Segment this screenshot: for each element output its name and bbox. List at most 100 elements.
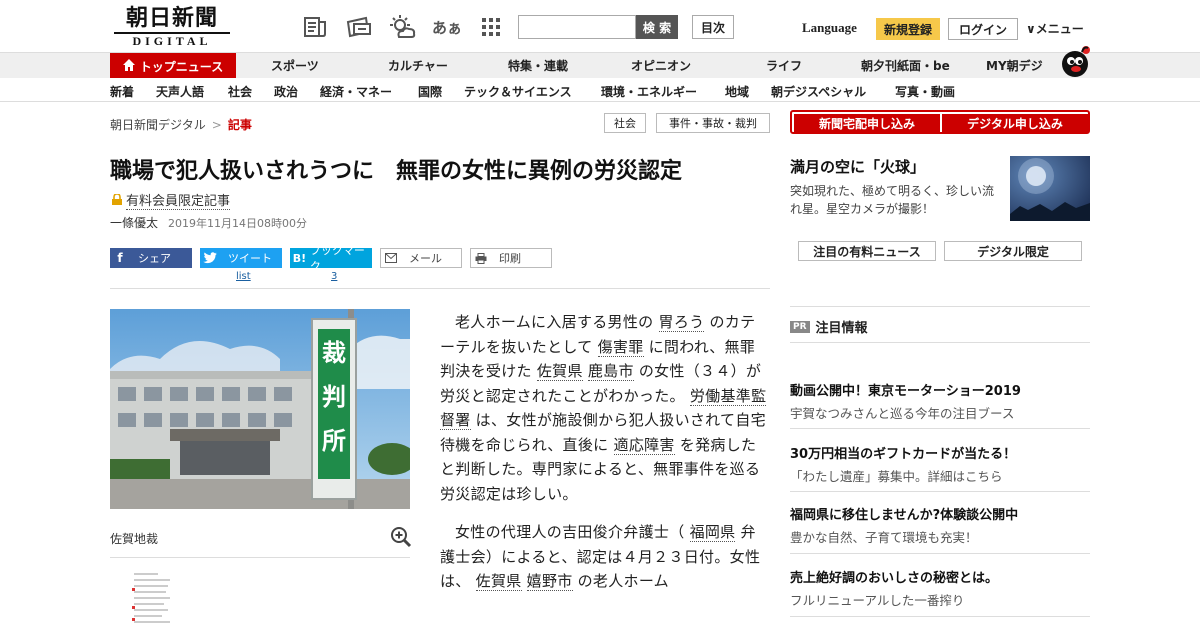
lock-icon [112,193,122,209]
twitter-share-button[interactable]: ツイート [200,248,282,268]
nav-item-culture[interactable]: カルチャー [388,57,448,74]
search-input[interactable] [518,15,636,39]
sub-nav: 新着 天声人語 社会 政治 経済・マネー 国際 テック＆サイエンス 環境・エネル… [0,78,1200,102]
print-icon [471,248,491,268]
nav-item-sports[interactable]: スポーツ [271,57,319,74]
subnav-item-tech[interactable]: テック＆サイエンス [464,83,572,100]
login-button[interactable]: ログイン [948,18,1018,40]
facebook-share-button[interactable]: f シェア [110,248,192,268]
header-icons: あぁ [300,14,506,40]
article-paragraph-2: 女性の代理人の吉田俊介弁護士（ 福岡県 弁護士会）によると、認定は４月２３日付。… [440,520,770,594]
breadcrumb-home[interactable]: 朝日新聞デジタル [110,118,206,132]
member-only-text: 有料会員限定記事 [126,194,231,210]
paragraph-text [522,572,527,590]
print-button[interactable]: 印刷 [470,248,552,268]
zoom-icon[interactable] [390,526,412,548]
photo-caption: 佐賀地裁 [110,532,159,546]
grid-menu-icon[interactable] [476,14,506,40]
chevron-down-icon: ∨ [1026,22,1036,36]
article-body: 老人ホームに入居する男性の 胃ろう のカテーテルを抜いたとして 傷害罪 に問われ… [440,310,770,608]
article-photo[interactable]: 裁 判 所 [110,309,410,509]
twitter-list-link[interactable]: list [236,271,251,282]
feature-title[interactable]: 満月の空に「火球」 [790,156,925,177]
keyword-link[interactable]: 福岡県 [689,523,736,542]
divider [790,553,1090,554]
signup-button[interactable]: 新規登録 [876,18,940,40]
site-header: 朝日新聞 DIGITAL あぁ 検 索 目次 Language 新規登録 ログイ… [0,0,1200,52]
document-thumbnail[interactable] [128,568,176,630]
nav-top-news[interactable]: トップニュース [110,53,236,79]
newspaper-delivery-button[interactable]: 新聞宅配申し込み [794,114,940,132]
subnav-item-society[interactable]: 社会 [228,83,252,100]
subnav-item-photo[interactable]: 写真・動画 [895,83,955,100]
keyword-link[interactable]: 適応障害 [613,435,675,455]
pr-header: PR 注目情報 [790,317,868,336]
subnav-item-tensei[interactable]: 天声人語 [156,83,204,100]
hatena-bookmark-icon: B! [292,251,307,265]
facebook-share-label: シェア [138,252,171,265]
newspaper-icon[interactable] [300,14,330,40]
feature-description: 突如現れた、極めて明るく、珍しい流れ星。星空カメラが撮影！ [790,184,995,216]
ad-title-1[interactable]: 動画公開中！東京モーターショー2019 [790,380,1021,399]
subnav-item-special[interactable]: 朝デジスペシャル [771,83,866,100]
subnav-item-politics[interactable]: 政治 [274,83,298,100]
divider [790,428,1090,429]
nav-item-opinion[interactable]: オピニオン [631,57,691,74]
tag-incident[interactable]: 事件・事故・裁判 [656,113,770,133]
print-label: 印刷 [499,252,521,265]
mail-share-button[interactable]: メール [380,248,462,268]
bookmark-share-label: ブックマーク [309,244,365,273]
subnav-item-region[interactable]: 地域 [725,83,749,100]
mail-icon [381,248,401,268]
menu-button[interactable]: ∨メニュー [1026,20,1084,37]
font-size-icon[interactable]: あぁ [432,14,462,40]
keyword-link[interactable]: 嬉野市 [526,572,573,591]
digital-only-button[interactable]: デジタル限定 [944,241,1082,261]
keyword-link[interactable]: 佐賀県 [536,362,583,381]
logo-text-jp: 朝日新聞 [125,5,218,31]
ad-title-4[interactable]: 売上絶好調のおいしさの秘密とは。 [790,567,998,586]
breadcrumb: 朝日新聞デジタル > 記事 [110,116,252,133]
keyword-link[interactable]: 鹿島市 [587,362,634,381]
search-button[interactable]: 検 索 [636,15,678,39]
paragraph-text: 老人ホームに入居する男性の [455,313,659,331]
subnav-item-economy[interactable]: 経済・マネー [320,83,392,100]
ticket-icon[interactable] [344,14,374,40]
ad-title-3[interactable]: 福岡県に移住しませんか?体験談公開中 [790,504,1018,523]
premium-news-button[interactable]: 注目の有料ニュース [798,241,936,261]
subnav-item-environment[interactable]: 環境・エネルギー [601,83,697,100]
nav-item-life[interactable]: ライフ [766,57,802,74]
ad-title-2[interactable]: 30万円相当のギフトカードが当たる！ [790,443,1016,462]
ad-description-2[interactable]: 「わたし遺産」募集中。詳細はこちら [790,466,1003,485]
subnav-item-new[interactable]: 新着 [110,83,134,100]
keyword-link[interactable]: 傷害罪 [597,337,644,357]
ad-description-1[interactable]: 宇賀なつみさんと巡る今年の注目ブース [790,403,1014,422]
nav-item-my[interactable]: MY朝デジ [986,57,1043,74]
subnav-item-world[interactable]: 国際 [418,83,442,100]
photo-sign-char-3: 所 [322,427,346,455]
keyword-link[interactable]: 胃ろう [658,313,705,332]
menu-label: メニュー [1035,22,1084,36]
divider [110,288,770,289]
bookmark-share-button[interactable]: B! ブックマーク [290,244,372,273]
facebook-icon: f [117,251,123,265]
nav-item-paper[interactable]: 朝夕刊紙面・be [861,57,950,74]
feature-image[interactable] [1010,156,1090,221]
member-only-label[interactable]: 有料会員限定記事 [112,190,231,210]
mascot-icon[interactable] [1060,44,1092,78]
author-name: 一條優太 [110,216,159,230]
divider [790,342,1090,343]
language-link[interactable]: Language [802,20,857,36]
nav-item-special[interactable]: 特集・連載 [508,57,568,74]
mail-share-label: メール [409,252,442,265]
tag-society[interactable]: 社会 [604,113,646,133]
weather-icon[interactable] [388,14,418,40]
ad-description-3[interactable]: 豊かな自然、子育て環境も充実！ [790,527,978,546]
bookmark-count[interactable]: 3 [331,271,337,282]
keyword-link[interactable]: 佐賀県 [475,572,522,591]
site-logo[interactable]: 朝日新聞 DIGITAL [114,6,230,48]
divider [790,306,1090,307]
ad-description-4[interactable]: フルリニューアルした一番搾り [790,590,964,609]
contents-button[interactable]: 目次 [692,15,734,39]
digital-subscribe-button[interactable]: デジタル申し込み [942,114,1088,132]
